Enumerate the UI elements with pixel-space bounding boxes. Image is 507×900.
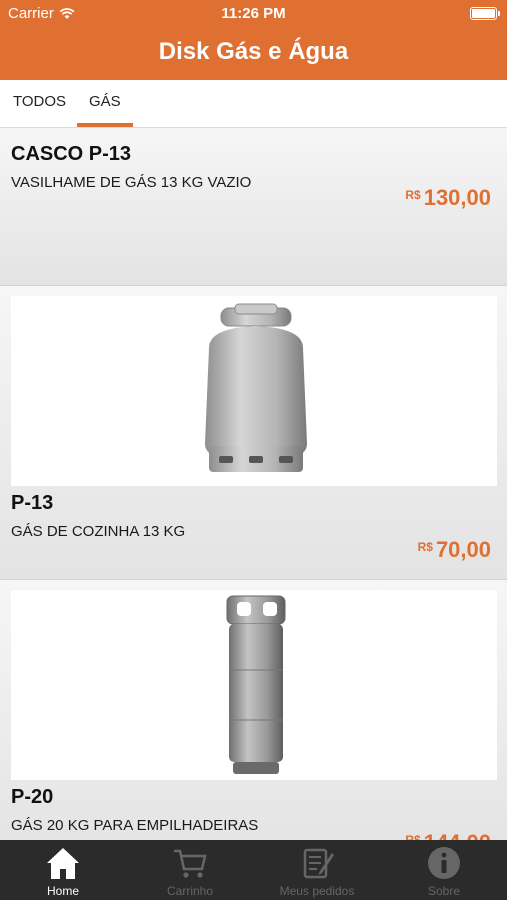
product-card[interactable]: P-20 GÁS 20 KG PARA EMPILHADEIRAS R$ 144… bbox=[0, 580, 507, 860]
product-price: R$ 130,00 bbox=[405, 185, 491, 211]
product-description: GÁS DE COZINHA 13 KG bbox=[11, 523, 186, 540]
product-card[interactable]: CASCO P-13 VASILHAME DE GÁS 13 KG VAZIO … bbox=[0, 128, 507, 286]
price-value: 70,00 bbox=[435, 537, 491, 562]
category-tabs: TODOS GÁS bbox=[0, 80, 507, 128]
status-time: 11:26 PM bbox=[221, 5, 286, 22]
bottom-tab-bar: Home Carrinho Meus pedidos Sobre bbox=[0, 840, 507, 900]
home-icon bbox=[47, 848, 79, 879]
product-name: CASCO P-13 bbox=[11, 143, 132, 165]
product-card[interactable]: P-13 GÁS DE COZINHA 13 KG R$ 70,00 bbox=[0, 286, 507, 580]
app-header: Carrier 11:26 PM Disk Gás e Água bbox=[0, 0, 507, 80]
tabbar-home[interactable]: Home bbox=[0, 840, 126, 900]
tabbar-about[interactable]: Sobre bbox=[381, 840, 507, 900]
price-value: 130,00 bbox=[423, 185, 491, 210]
battery-icon bbox=[470, 7, 500, 20]
product-image bbox=[11, 296, 497, 486]
tabbar-label: Carrinho bbox=[166, 884, 214, 898]
product-description: VASILHAME DE GÁS 13 KG VAZIO bbox=[11, 174, 252, 191]
tab-selected-indicator bbox=[77, 123, 133, 127]
product-name: P-20 bbox=[11, 786, 54, 808]
tabbar-orders[interactable]: Meus pedidos bbox=[254, 840, 380, 900]
currency-symbol: R$ bbox=[417, 540, 433, 554]
tab-gas[interactable]: GÁS bbox=[89, 93, 121, 110]
orders-icon bbox=[303, 848, 334, 879]
product-name: P-13 bbox=[11, 492, 54, 514]
tab-todos[interactable]: TODOS bbox=[13, 93, 66, 110]
tabbar-label: Sobre bbox=[427, 884, 461, 898]
info-icon bbox=[428, 847, 460, 879]
product-image bbox=[11, 590, 497, 780]
product-price: R$ 70,00 bbox=[418, 537, 491, 563]
tabbar-label: Meus pedidos bbox=[279, 884, 355, 898]
tabbar-label: Home bbox=[46, 884, 79, 898]
gas-cylinder-p13-image bbox=[205, 303, 307, 472]
cart-icon bbox=[174, 849, 207, 878]
product-description: GÁS 20 KG PARA EMPILHADEIRAS bbox=[11, 817, 259, 834]
gas-cylinder-p20-image bbox=[226, 595, 286, 774]
tabbar-cart[interactable]: Carrinho bbox=[127, 840, 253, 900]
page-title: Disk Gás e Água bbox=[158, 38, 349, 65]
status-bar: Carrier 11:26 PM bbox=[0, 0, 507, 28]
currency-symbol: R$ bbox=[405, 188, 421, 202]
